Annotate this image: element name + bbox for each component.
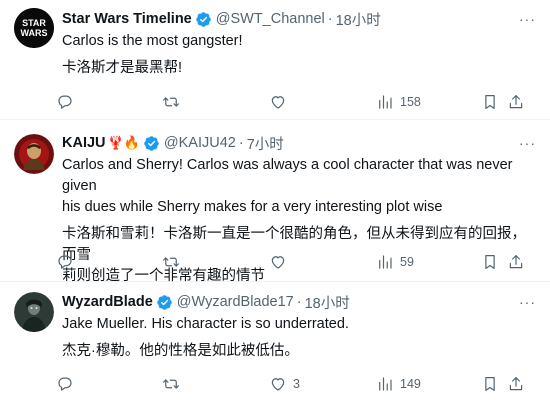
bookmark-icon [485, 377, 495, 391]
tweet-actions: 158 [56, 92, 536, 112]
tweet-actions: 59 [56, 252, 536, 272]
wyzardblade-avatar-image [14, 292, 54, 332]
share-button[interactable] [507, 374, 525, 394]
reply-button[interactable] [56, 252, 80, 272]
user-handle[interactable]: @KAIJU42 [164, 135, 236, 151]
tweet[interactable]: KAIJU 🦞🔥 @KAIJU42 · 7小时 ··· Carlos and S… [0, 120, 550, 284]
heart-icon [271, 256, 285, 269]
reply-icon [58, 377, 72, 391]
views-chart-icon [379, 95, 392, 109]
like-button[interactable] [269, 92, 293, 112]
reply-icon [58, 95, 72, 109]
tweet[interactable]: WyzardBlade @WyzardBlade17 · 18小时 ··· Ja… [0, 282, 550, 400]
kaiju-avatar-image [14, 134, 54, 174]
retweet-icon [163, 97, 179, 107]
tweet[interactable]: STAR WARS Star Wars Timeline @SWT_Channe… [0, 0, 550, 120]
tweet-header: Star Wars Timeline @SWT_Channel · 18小时 [62, 9, 540, 29]
more-options-icon[interactable]: ··· [519, 136, 536, 150]
verified-badge-icon [195, 11, 212, 27]
views-button[interactable]: 158 [376, 92, 421, 112]
share-icon [509, 95, 523, 109]
like-button[interactable] [269, 252, 293, 272]
retweet-button[interactable] [162, 252, 186, 272]
tweet-header: KAIJU 🦞🔥 @KAIJU42 · 7小时 [62, 133, 540, 153]
display-name[interactable]: KAIJU [62, 135, 106, 151]
timestamp[interactable]: 18小时 [336, 9, 381, 30]
timestamp[interactable]: 7小时 [247, 133, 284, 154]
retweet-icon [163, 257, 179, 267]
separator-dot: · [238, 135, 244, 151]
tweet-text-line: his dues while Sherry makes for a very i… [62, 199, 443, 215]
more-options-icon[interactable]: ··· [519, 295, 536, 309]
name-emojis: 🦞🔥 [107, 135, 140, 151]
tweet-actions: 3 149 [56, 374, 536, 394]
bookmark-button[interactable] [481, 374, 499, 394]
svg-text:WARS: WARS [21, 28, 48, 38]
bookmark-button[interactable] [481, 92, 499, 112]
reply-button[interactable] [56, 374, 80, 394]
tweet-text-line: Carlos and Sherry! Carlos was always a c… [62, 157, 513, 194]
like-button[interactable]: 3 [269, 374, 300, 394]
tweet-text: Carlos is the most gangster! 卡洛斯才是最黑帮! [62, 31, 536, 79]
retweet-icon [163, 379, 179, 389]
views-button[interactable]: 59 [376, 252, 414, 272]
tweet-header: WyzardBlade @WyzardBlade17 · 18小时 [62, 292, 540, 312]
verified-badge-icon [143, 135, 160, 151]
bookmark-icon [485, 95, 495, 109]
share-button[interactable] [507, 252, 525, 272]
reply-icon [58, 255, 72, 269]
separator-dot: · [327, 11, 333, 27]
share-icon [509, 377, 523, 391]
display-name[interactable]: WyzardBlade [62, 294, 153, 310]
more-options-icon[interactable]: ··· [519, 12, 536, 26]
views-button[interactable]: 149 [376, 374, 421, 394]
heart-icon [271, 378, 285, 391]
avatar[interactable] [14, 292, 54, 332]
share-button[interactable] [507, 92, 525, 112]
star-wars-logo-icon: STAR WARS [14, 8, 54, 48]
retweet-button[interactable] [162, 374, 186, 394]
views-chart-icon [379, 377, 392, 391]
share-icon [509, 255, 523, 269]
verified-badge-icon [156, 294, 173, 310]
timestamp[interactable]: 18小时 [305, 292, 350, 313]
heart-icon [271, 96, 285, 109]
tweet-text-line: 卡洛斯才是最黑帮! [62, 60, 183, 76]
tweet-text-line: Carlos is the most gangster! [62, 33, 243, 49]
bookmark-button[interactable] [481, 252, 499, 272]
avatar[interactable]: STAR WARS [14, 8, 54, 48]
reply-button[interactable] [56, 92, 80, 112]
tweet-text: Jake Mueller. His character is so underr… [62, 314, 536, 362]
user-handle[interactable]: @SWT_Channel [216, 11, 325, 27]
views-chart-icon [379, 255, 392, 269]
tweet-text-line: Jake Mueller. His character is so underr… [62, 316, 349, 332]
svg-text:STAR: STAR [22, 18, 46, 28]
tweet-text-line: 杰克·穆勒。他的性格是如此被低估。 [62, 343, 299, 359]
user-handle[interactable]: @WyzardBlade17 [177, 294, 294, 310]
separator-dot: · [296, 294, 302, 310]
retweet-button[interactable] [162, 92, 186, 112]
bookmark-icon [485, 255, 495, 269]
avatar[interactable] [14, 134, 54, 174]
display-name[interactable]: Star Wars Timeline [62, 11, 192, 27]
